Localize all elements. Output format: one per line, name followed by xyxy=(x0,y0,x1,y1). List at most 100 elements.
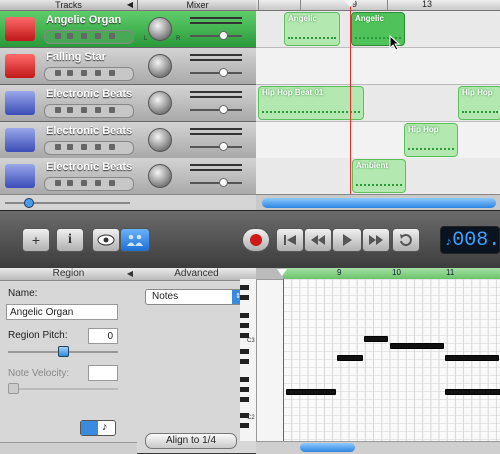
note-velocity-slider-knob[interactable] xyxy=(8,383,19,394)
region-hip-hop-beat-01[interactable]: Hip Hop Beat 01 xyxy=(258,86,364,120)
volume-knob[interactable] xyxy=(219,142,228,151)
level-meter xyxy=(190,91,242,93)
play-icon[interactable] xyxy=(332,228,362,252)
tracks-collapse-icon[interactable]: ◀ xyxy=(127,0,133,10)
midi-note[interactable] xyxy=(337,355,363,361)
volume-knob[interactable] xyxy=(219,178,228,187)
advanced-panel-header: Advanced xyxy=(137,268,256,281)
notes-select-value: Notes xyxy=(152,291,179,302)
track-controls[interactable] xyxy=(44,104,134,118)
track-name: Electronic Beats xyxy=(46,88,133,100)
eye-icon[interactable] xyxy=(92,228,120,252)
timeline-lane[interactable] xyxy=(256,122,500,159)
volume-knob[interactable] xyxy=(219,31,228,40)
region-hip-hop[interactable]: Hip Hop xyxy=(458,86,500,120)
tracks-header-label: Tracks xyxy=(55,0,82,10)
pr-playhead xyxy=(283,279,284,441)
mixer-header: Mixer xyxy=(137,0,257,11)
pan-knob[interactable] xyxy=(148,128,172,152)
timeline-ruler[interactable]: 9 13 xyxy=(256,0,500,11)
name-label: Name: xyxy=(8,288,38,299)
drum-machine-icon xyxy=(5,164,35,188)
region-panel-scrollbar[interactable] xyxy=(0,442,137,454)
tracks-header: Tracks ◀ xyxy=(0,0,137,11)
keyboard-icon xyxy=(5,54,35,78)
volume-slider[interactable] xyxy=(190,35,242,37)
key-label-c3: C3 xyxy=(247,338,255,344)
panel-collapse-icon[interactable]: ◀ xyxy=(127,268,133,280)
keyboard-icon xyxy=(5,17,35,41)
align-button[interactable]: Align to 1/4 xyxy=(145,433,237,449)
drum-machine-icon xyxy=(5,91,35,115)
midi-note[interactable] xyxy=(390,343,444,349)
timeline-scroll-thumb[interactable] xyxy=(262,198,496,208)
volume-knob[interactable] xyxy=(219,68,228,77)
pr-ruler-mark: 10 xyxy=(392,268,401,277)
piano-roll-scroll-thumb[interactable] xyxy=(300,443,355,452)
track-name: Angelic Organ xyxy=(46,14,122,26)
level-meter xyxy=(190,59,242,61)
note-velocity-slider[interactable] xyxy=(8,388,118,390)
region-panel: Region ◀ Name: Angelic Organ Region Pitc… xyxy=(0,268,138,454)
pr-ruler-mark: 9 xyxy=(337,268,342,277)
timeline-lane[interactable] xyxy=(256,48,500,85)
volume-knob[interactable] xyxy=(219,105,228,114)
pan-knob[interactable] xyxy=(148,17,172,41)
fast-forward-icon[interactable] xyxy=(362,228,390,252)
pan-knob[interactable] xyxy=(148,91,172,115)
record-button[interactable] xyxy=(242,228,270,252)
level-meter xyxy=(190,17,242,19)
playhead-handle[interactable] xyxy=(344,0,356,7)
volume-slider[interactable] xyxy=(190,146,242,148)
score-view-icon[interactable]: ♪ xyxy=(102,421,108,433)
ruler-tick xyxy=(258,0,259,10)
region-pitch-field[interactable]: 0 xyxy=(88,328,118,344)
info-button[interactable]: i xyxy=(56,228,84,252)
playhead[interactable] xyxy=(350,6,351,194)
lcd-display[interactable]: ♪008. xyxy=(440,226,500,254)
drum-machine-icon xyxy=(5,128,35,152)
region-hip-hop[interactable]: Hip Hop xyxy=(404,123,458,157)
level-meter xyxy=(190,128,242,130)
piano-roll-view-icon[interactable] xyxy=(81,421,98,435)
piano-roll-scrollbar[interactable] xyxy=(256,441,500,454)
lcd-time: 008. xyxy=(452,229,500,252)
track-controls[interactable] xyxy=(44,177,134,191)
view-toggle[interactable]: ♪ xyxy=(80,420,116,436)
level-meter xyxy=(190,96,242,98)
region-angelic[interactable]: Angelic xyxy=(284,12,340,46)
track-name: Falling Star xyxy=(46,51,106,63)
track-controls[interactable] xyxy=(44,67,134,81)
editor-button[interactable] xyxy=(120,228,150,252)
pr-playhead-handle[interactable] xyxy=(277,269,287,276)
add-track-button[interactable]: + xyxy=(22,228,50,252)
note-velocity-field[interactable] xyxy=(88,365,118,381)
pan-knob[interactable] xyxy=(148,54,172,78)
pan-right-label: R xyxy=(176,36,181,42)
ruler-tick xyxy=(387,0,388,10)
level-meter xyxy=(190,169,242,171)
midi-note[interactable] xyxy=(364,336,388,342)
go-to-start-icon[interactable] xyxy=(276,228,304,252)
region-pitch-slider-knob[interactable] xyxy=(58,346,69,357)
volume-slider[interactable] xyxy=(190,109,242,111)
midi-note[interactable] xyxy=(445,355,499,361)
ruler-mark-13: 13 xyxy=(422,0,433,9)
notes-select[interactable]: Notes ⇕ xyxy=(145,289,245,305)
track-controls[interactable] xyxy=(44,141,134,155)
volume-slider[interactable] xyxy=(190,182,242,184)
pan-knob[interactable] xyxy=(148,164,172,188)
region-name-field[interactable]: Angelic Organ xyxy=(6,304,118,320)
track-controls[interactable] xyxy=(44,30,134,44)
volume-slider[interactable] xyxy=(190,72,242,74)
midi-note[interactable] xyxy=(445,389,500,395)
pitch-label: Region Pitch: xyxy=(8,330,68,341)
region-ambient[interactable]: Ambient xyxy=(352,159,406,193)
cycle-icon[interactable] xyxy=(392,228,420,252)
rewind-icon[interactable] xyxy=(304,228,332,252)
midi-note[interactable] xyxy=(286,389,336,395)
level-meter xyxy=(190,164,242,166)
level-meter xyxy=(190,22,242,24)
zoom-slider-knob[interactable] xyxy=(24,198,34,208)
track-name: Electronic Beats xyxy=(46,161,133,173)
